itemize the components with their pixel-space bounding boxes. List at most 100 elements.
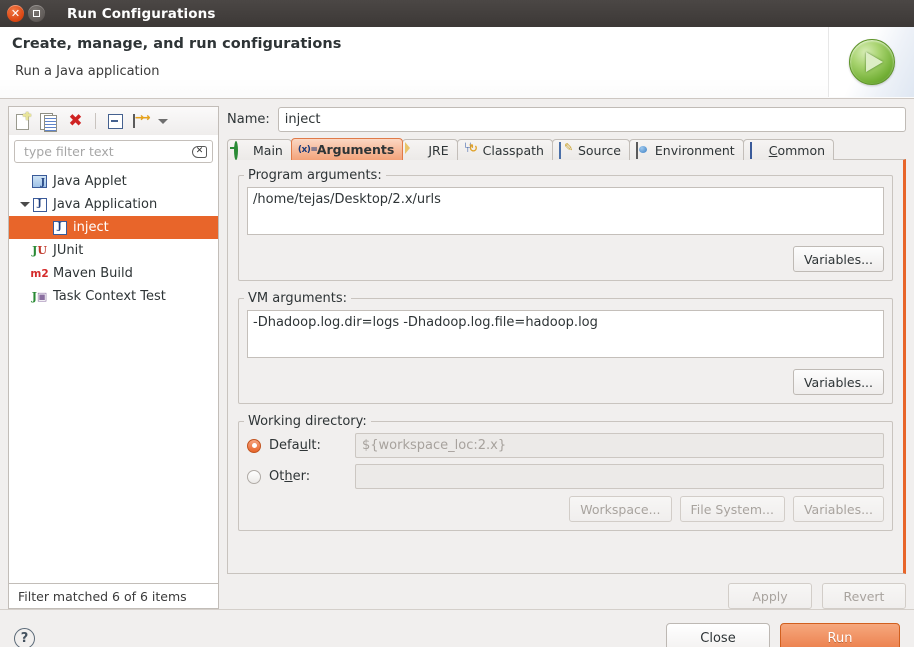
- working-directory-default-value: ${workspace_loc:2.x}: [355, 433, 884, 458]
- java-applet-icon: [31, 174, 48, 190]
- tab-main[interactable]: Main: [227, 139, 292, 160]
- working-directory-other-label: Other:: [269, 469, 311, 484]
- vm-arguments-buttons: Variables...: [247, 369, 884, 395]
- program-arguments-buttons: Variables...: [247, 246, 884, 272]
- main-tab-icon: [234, 141, 249, 160]
- dialog-header: Create, manage, and run configurations R…: [0, 27, 914, 99]
- jre-tab-icon: [409, 143, 424, 157]
- search-input[interactable]: [22, 143, 192, 160]
- tree-item-inject[interactable]: J inject: [9, 216, 218, 239]
- tree-item-java-applet[interactable]: Java Applet: [9, 170, 218, 193]
- tree-expand-twisty-icon[interactable]: [19, 202, 31, 207]
- tree-item-label: Maven Build: [53, 266, 133, 281]
- window-title: Run Configurations: [67, 5, 216, 22]
- page-subtitle: Run a Java application: [15, 64, 160, 79]
- working-directory-default-row: Default: ${workspace_loc:2.x}: [247, 433, 884, 458]
- common-tab-icon: [749, 142, 765, 159]
- maven-icon: m2: [30, 267, 49, 280]
- window-close-icon[interactable]: ✕: [7, 5, 24, 22]
- vm-arguments-group: VM arguments: -Dhadoop.log.dir=logs -Dha…: [238, 291, 893, 404]
- dialog-footer: ? Close Run: [0, 609, 914, 647]
- tab-common[interactable]: Common: [742, 139, 835, 160]
- tab-label: Common: [769, 143, 825, 158]
- tab-label: Main: [253, 142, 283, 158]
- name-row: Name:: [227, 106, 906, 132]
- program-arguments-label: Program arguments:: [248, 168, 382, 183]
- program-arguments-group: Program arguments: /home/tejas/Desktop/2…: [238, 168, 893, 281]
- tree-item-label: inject: [73, 220, 109, 235]
- vm-arguments-variables-button[interactable]: Variables...: [792, 369, 884, 395]
- tab-label: Arguments: [316, 142, 395, 157]
- configurations-tree[interactable]: Java Applet J Java Application J inject …: [8, 167, 219, 583]
- tab-label: Source: [577, 142, 621, 158]
- working-directory-other-row: Other:: [247, 464, 884, 489]
- tree-item-label: JUnit: [53, 243, 84, 258]
- configurations-toolbar: ✖: [8, 106, 219, 135]
- workspace-button[interactable]: Workspace...: [569, 496, 672, 522]
- name-label: Name:: [227, 111, 270, 127]
- run-play-icon: [848, 39, 895, 85]
- tab-source[interactable]: Source: [551, 139, 630, 160]
- revert-button[interactable]: Revert: [822, 583, 906, 609]
- filter-area: ✕: [8, 135, 219, 167]
- clear-field-icon[interactable]: ✕: [192, 145, 207, 158]
- page-title: Create, manage, and run configurations: [12, 36, 342, 52]
- working-directory-default-label: Default:: [269, 438, 321, 453]
- working-directory-buttons: Workspace... File System... Variables...: [247, 496, 884, 522]
- footer-buttons: Close Run: [666, 623, 900, 647]
- configuration-name-input[interactable]: [277, 106, 906, 132]
- configurations-panel: ✖ ✕ Java Applet J Java Application: [8, 106, 219, 609]
- working-directory-group: Working directory: Default: ${workspace_…: [238, 414, 893, 531]
- tree-item-label: Task Context Test: [53, 289, 166, 304]
- tree-item-task-context-test[interactable]: J ▣ Task Context Test: [9, 285, 218, 308]
- java-application-icon: J: [51, 220, 68, 236]
- configuration-editor: Name: Main (x)= Arguments JRE Classpath: [227, 106, 906, 609]
- apply-button[interactable]: Apply: [728, 583, 812, 609]
- view-menu-caret-icon[interactable]: [158, 112, 177, 131]
- window-maximize-icon[interactable]: [28, 5, 45, 22]
- working-directory-other-input[interactable]: [355, 464, 884, 489]
- source-tab-icon: [558, 142, 574, 159]
- window-title-bar: ✕ Run Configurations: [0, 0, 914, 27]
- form-action-buttons: Apply Revert: [227, 574, 906, 609]
- working-directory-label: Working directory:: [248, 414, 367, 429]
- tab-classpath[interactable]: Classpath: [456, 139, 553, 160]
- java-application-icon: J: [31, 197, 48, 213]
- collapse-all-icon[interactable]: [106, 112, 125, 131]
- task-context-test-icon: J ▣: [31, 290, 48, 303]
- tree-item-java-application[interactable]: J Java Application: [9, 193, 218, 216]
- working-directory-other-radio[interactable]: [247, 469, 261, 484]
- filter-box[interactable]: ✕: [14, 140, 213, 163]
- help-question-icon[interactable]: ?: [14, 628, 35, 647]
- new-configuration-icon[interactable]: [14, 112, 33, 131]
- run-button[interactable]: Run: [780, 623, 900, 647]
- tab-jre[interactable]: JRE: [402, 139, 458, 160]
- tree-item-maven-build[interactable]: m2 Maven Build: [9, 262, 218, 285]
- working-directory-default-radio[interactable]: [247, 438, 261, 453]
- junit-icon: JU: [32, 244, 47, 257]
- arguments-tab-icon: (x)=: [297, 144, 318, 155]
- duplicate-configuration-icon[interactable]: [40, 112, 59, 132]
- tree-item-junit[interactable]: JU JUnit: [9, 239, 218, 262]
- file-system-button[interactable]: File System...: [679, 496, 785, 522]
- header-banner: [828, 27, 914, 97]
- vm-arguments-label: VM arguments:: [248, 291, 347, 306]
- tab-label: Classpath: [482, 142, 544, 158]
- tab-bar: Main (x)= Arguments JRE Classpath Source…: [227, 138, 906, 160]
- dialog-body: ✖ ✕ Java Applet J Java Application: [0, 99, 914, 609]
- program-arguments-variables-button[interactable]: Variables...: [792, 246, 884, 272]
- tab-label: JRE: [428, 142, 449, 158]
- toolbar-separator: [95, 113, 96, 129]
- filter-status-text: Filter matched 6 of 6 items: [8, 583, 219, 609]
- tab-label-rest: ommon: [777, 142, 826, 158]
- delete-configuration-icon[interactable]: ✖: [66, 112, 85, 131]
- classpath-tab-icon: [464, 140, 479, 157]
- filter-launch-icon[interactable]: [132, 111, 151, 131]
- tab-arguments[interactable]: (x)= Arguments: [290, 138, 404, 160]
- tab-label: Environment: [654, 142, 735, 158]
- tab-environment[interactable]: Environment: [628, 139, 744, 160]
- vm-arguments-input[interactable]: -Dhadoop.log.dir=logs -Dhadoop.log.file=…: [247, 310, 884, 358]
- program-arguments-input[interactable]: /home/tejas/Desktop/2.x/urls: [247, 187, 884, 235]
- close-button[interactable]: Close: [666, 623, 770, 647]
- working-directory-variables-button[interactable]: Variables...: [792, 496, 884, 522]
